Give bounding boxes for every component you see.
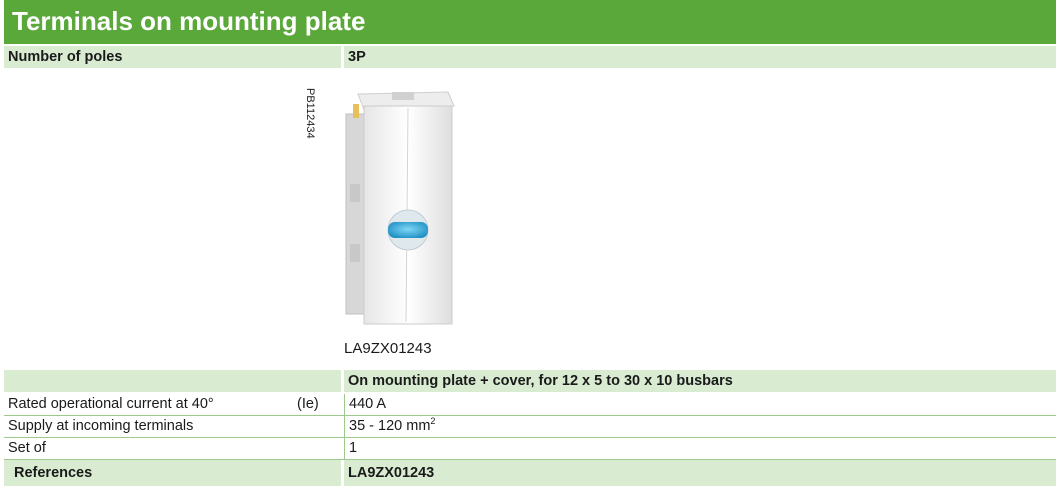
row-value: 35 - 120 mm2 [344, 416, 1056, 437]
page-title: Terminals on mounting plate [4, 0, 1056, 44]
table-row: Set of 1 [4, 438, 1056, 460]
table-row: Supply at incoming terminals 35 - 120 mm… [4, 416, 1056, 438]
row-unit: (Ie) [297, 396, 319, 412]
row-label: Set of [8, 440, 46, 456]
table-row: Rated operational current at 40° (Ie) 44… [4, 394, 1056, 416]
subheader-row: On mounting plate + cover, for 12 x 5 to… [4, 370, 1056, 392]
subheader-text: On mounting plate + cover, for 12 x 5 to… [344, 370, 1056, 392]
poles-value: 3P [344, 46, 1056, 68]
subheader-label-cell [4, 370, 341, 392]
row-label: Supply at incoming terminals [8, 418, 194, 434]
row-value: 1 [344, 438, 1056, 459]
references-value: LA9ZX01243 [344, 460, 1056, 486]
poles-header-row: Number of poles 3P [4, 46, 1056, 68]
image-reference-code: PB112434 [304, 88, 316, 139]
poles-label: Number of poles [4, 46, 341, 68]
row-value-superscript: 2 [430, 416, 436, 427]
row-value: 440 A [344, 394, 1056, 415]
image-caption: LA9ZX01243 [344, 340, 432, 357]
row-label-text: Rated operational current at 40° [8, 396, 214, 412]
product-image [345, 91, 455, 325]
references-row: References LA9ZX01243 [4, 460, 1056, 486]
row-label: Rated operational current at 40° (Ie) [4, 394, 341, 415]
row-value-text: 35 - 120 mm [349, 418, 431, 434]
references-label: References [4, 460, 341, 486]
